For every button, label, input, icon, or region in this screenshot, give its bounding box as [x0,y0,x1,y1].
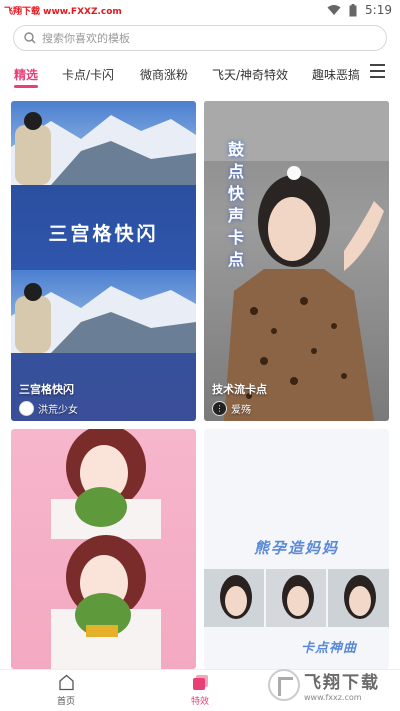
category-tabs: 精选 卡点/卡闪 微商涨粉 飞天/神奇特效 趣味恶搞 [0,60,400,92]
tab-funny-prank[interactable]: 趣味恶搞 [312,66,360,83]
template-card[interactable]: 熊孕造妈妈 卡点神曲 [204,429,389,669]
status-bar: 飞翔下载 www.FXXZ.com 5:19 [0,0,400,22]
tab-flying-effects[interactable]: 飞天/神奇特效 [212,66,288,83]
card-title: 三宫格快闪 [19,383,74,396]
nav-label: 特效 [190,697,209,707]
mountain-photo [11,101,196,185]
author-name: 洪荒少女 [38,405,78,416]
template-card[interactable]: 鼓点 快声 卡点 技术流卡点 ⋮ 爱殇 [204,101,389,421]
search-bar[interactable] [13,25,387,51]
nav-effects[interactable]: 特效 [170,674,230,707]
card-overlay-text: 卡点神曲 [300,641,357,656]
battery-icon [349,3,357,16]
clock: 5:19 [365,3,392,17]
active-tab-indicator [14,85,38,88]
status-icons: 5:19 [327,3,392,17]
watermark-cn: 飞翔下载 [304,673,380,693]
card-overlay-text: 熊孕造妈妈 [253,539,339,557]
avatar: ⋮ [212,401,227,416]
tab-beat-flash[interactable]: 卡点/卡闪 [62,66,114,83]
card-author: ⋮ 爱殇 [212,401,251,416]
template-card[interactable] [11,429,196,669]
template-card[interactable]: 三宫格快闪 三宫格快闪 洪荒少女 [11,101,196,421]
fxxz-logo-icon [268,669,300,701]
tab-featured[interactable]: 精选 [14,66,38,83]
effects-icon [192,675,208,690]
mountain-photo [11,270,196,353]
search-icon [24,32,36,44]
card-overlay-text: 三宫格快闪 [48,223,159,245]
site-watermark-logo: 飞翔下载 www.fxxz.com [268,667,390,703]
watermark-en: www.fxxz.com [304,693,362,702]
search-input[interactable] [42,31,386,45]
author-name: 爱殇 [231,405,251,416]
card-title: 技术流卡点 [212,383,267,396]
photo-strip [204,569,389,627]
category-menu-icon[interactable] [370,64,385,78]
wifi-icon [327,5,341,15]
avatar [19,401,34,416]
nav-label: 首页 [56,697,75,707]
card-overlay-text: 鼓点 快声 卡点 [227,140,244,269]
card-author: 洪荒少女 [19,401,78,416]
girl-photo [51,429,161,669]
tab-wechat-fans[interactable]: 微商涨粉 [140,66,188,83]
site-watermark: 飞翔下载 www.FXXZ.com [4,7,122,17]
home-icon [58,674,74,691]
nav-home[interactable]: 首页 [36,674,96,707]
